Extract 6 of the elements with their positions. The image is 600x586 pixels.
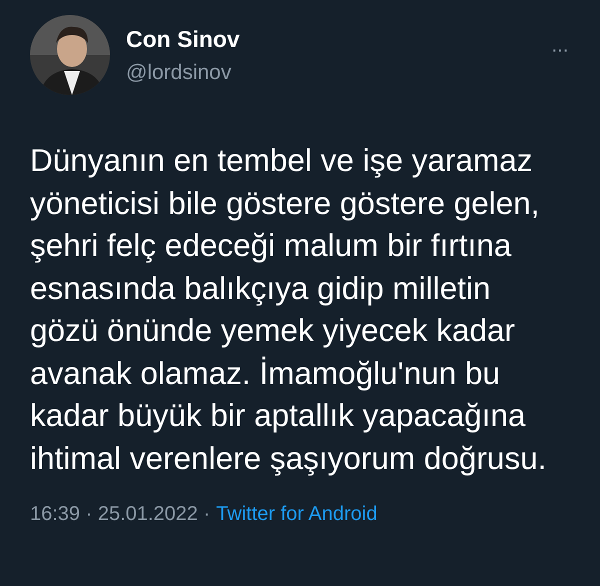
tweet-timestamp: 16:39 · 25.01.2022 · — [30, 503, 210, 526]
more-button[interactable]: ··· — [549, 39, 570, 62]
tweet-text: Dünyanın en tembel ve işe yaramaz yöneticisi bile göstere göstere gelen, şehri felç edeceği malum bir fırtına esnasında balıkçıya gidip milletin gözü önünde yemek yiyecek kadar avanak olamaz. İmamoğlu'nun bu kadar büyük bir aptallık yapacağına ihtimal verenlere şaşıyorum doğrusu. — [30, 141, 548, 478]
source-link[interactable]: Twitter for Android — [216, 503, 378, 526]
author-name[interactable]: Con Sinov — [126, 26, 240, 52]
author-handle[interactable]: @lordsinov — [126, 60, 232, 84]
